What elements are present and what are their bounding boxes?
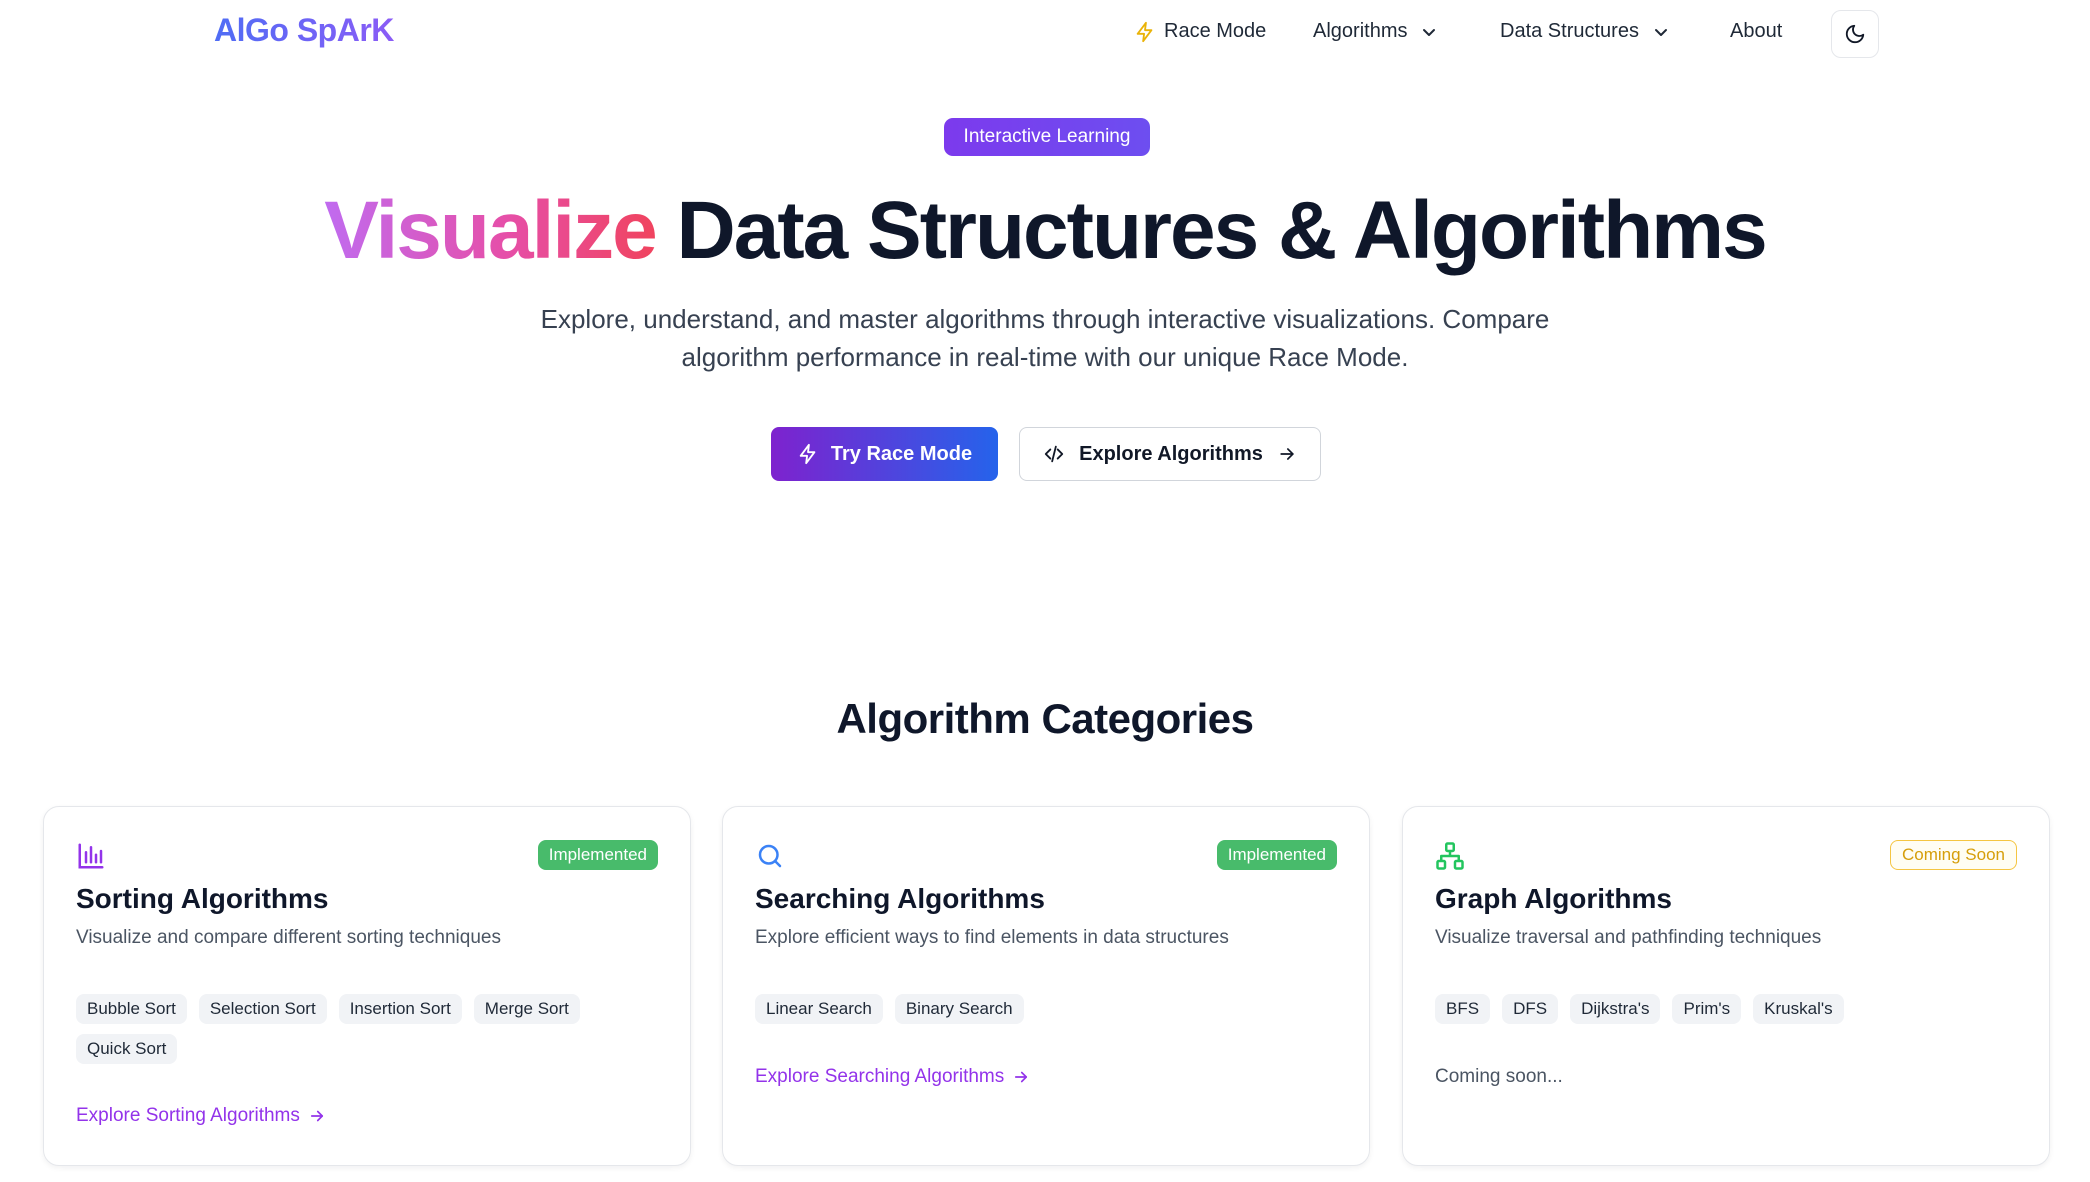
chevron-down-icon xyxy=(1423,28,1436,36)
card-title: Searching Algorithms xyxy=(755,883,1045,914)
chevron-down-icon xyxy=(1654,28,1667,36)
nav-algorithms-dropdown[interactable]: Algorithms xyxy=(1313,20,1443,43)
card-description: Explore efficient ways to find elements … xyxy=(755,927,1229,948)
algorithm-tag: Linear Search xyxy=(755,994,883,1024)
top-nav: AlGo SpArK Race Mode Algorithms Data Str… xyxy=(0,0,2090,66)
nav-data-structures-label: Data Structures xyxy=(1500,20,1639,42)
coming-soon-text: Coming soon... xyxy=(1435,1066,1563,1087)
card-description: Visualize and compare different sorting … xyxy=(76,927,501,948)
algorithm-tag: Prim's xyxy=(1672,994,1742,1024)
hero-title-rest: Data Structures & Algorithms xyxy=(655,185,1768,276)
explore-searching-label: Explore Searching Algorithms xyxy=(755,1066,1005,1087)
explore-searching-link[interactable]: Explore Searching Algorithms xyxy=(755,1066,1030,1088)
search-icon xyxy=(758,844,782,868)
network-icon xyxy=(1436,842,1464,870)
nav-data-structures-dropdown[interactable]: Data Structures xyxy=(1500,20,1675,43)
try-race-mode-button[interactable]: Try Race Mode xyxy=(771,427,998,481)
card-description: Visualize traversal and pathfinding tech… xyxy=(1435,927,1822,948)
arrow-right-icon xyxy=(1015,1071,1028,1083)
lightning-icon xyxy=(799,443,816,465)
categories-title: Algorithm Categories xyxy=(836,695,1254,742)
card-title: Sorting Algorithms xyxy=(76,883,329,914)
lightning-icon xyxy=(1136,21,1153,42)
moon-icon xyxy=(1845,24,1865,44)
nav-race-mode[interactable]: Race Mode xyxy=(1134,20,1266,43)
nav-algorithms-label: Algorithms xyxy=(1313,20,1408,42)
nav-race-mode-label: Race Mode xyxy=(1164,20,1267,42)
nav-about-label: About xyxy=(1730,20,1783,42)
status-badge: Coming Soon xyxy=(1889,840,2017,870)
theme-toggle-button[interactable] xyxy=(1831,10,1879,58)
algorithm-tag: Binary Search xyxy=(894,994,1024,1024)
algorithm-tags: Bubble Sort Selection Sort Insertion Sor… xyxy=(76,994,666,1064)
algorithm-tag: Bubble Sort xyxy=(76,994,187,1024)
explore-sorting-link[interactable]: Explore Sorting Algorithms xyxy=(76,1105,326,1127)
hero-badge: Interactive Learning xyxy=(944,118,1150,156)
searching-card: Implemented Searching Algorithms Explore… xyxy=(722,806,1370,1166)
code-icon xyxy=(1044,445,1064,463)
explore-sorting-label: Explore Sorting Algorithms xyxy=(76,1105,300,1126)
algorithm-tag: Insertion Sort xyxy=(338,994,462,1024)
bar-chart-icon xyxy=(78,843,104,869)
card-title: Graph Algorithms xyxy=(1435,883,1672,914)
hero-title: Visualize Data Structures & Algorithms xyxy=(0,184,2090,278)
explore-algorithms-label: Explore Algorithms xyxy=(1079,442,1263,465)
arrow-right-icon xyxy=(1280,448,1294,460)
graph-card: Coming Soon Graph Algorithms Visualize t… xyxy=(1402,806,2050,1166)
algorithm-tag: Selection Sort xyxy=(198,994,327,1024)
arrow-right-icon xyxy=(310,1110,323,1122)
try-race-mode-label: Try Race Mode xyxy=(830,442,973,465)
status-badge: Implemented xyxy=(1216,840,1337,870)
nav-about[interactable]: About xyxy=(1730,20,1782,43)
algorithm-tag: DFS xyxy=(1502,994,1559,1024)
explore-algorithms-button[interactable]: Explore Algorithms xyxy=(1019,427,1321,481)
hero-subtitle: Explore, understand, and master algorith… xyxy=(540,304,1550,372)
sorting-card: Implemented Sorting Algorithms Visualize… xyxy=(43,806,691,1166)
hero-title-highlight: Visualize xyxy=(324,185,657,276)
algorithm-tag: Dijkstra's xyxy=(1570,994,1661,1024)
algorithm-tag: Merge Sort xyxy=(473,994,580,1024)
algorithm-tag: BFS xyxy=(1435,994,1491,1024)
algorithm-tags: BFS DFS Dijkstra's Prim's Kruskal's xyxy=(1435,994,2025,1024)
status-badge: Implemented xyxy=(537,840,658,870)
algorithm-tags: Linear Search Binary Search xyxy=(755,994,1345,1024)
algorithm-tag: Kruskal's xyxy=(1753,994,1844,1024)
algorithm-tag: Quick Sort xyxy=(76,1034,178,1064)
logo[interactable]: AlGo SpArK xyxy=(214,12,394,49)
